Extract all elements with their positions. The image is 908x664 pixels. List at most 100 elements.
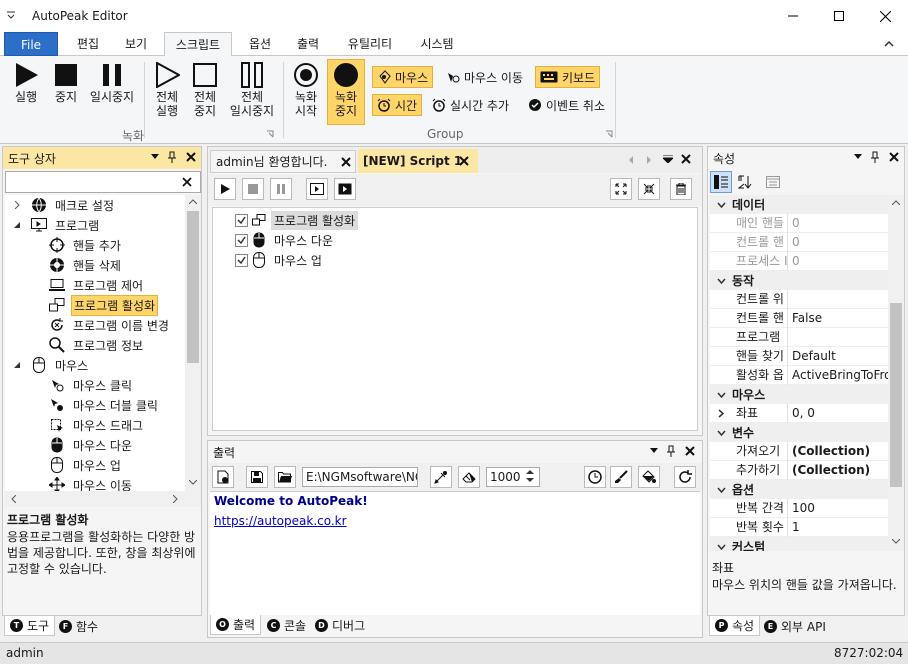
property-category[interactable]: 마우스 [710,385,888,404]
property-row[interactable]: 반복 횟수 1 [710,517,888,537]
scroll-down-icon[interactable] [892,539,900,544]
property-value[interactable]: 100 [788,501,888,515]
menu-view[interactable]: 보기 [114,32,158,56]
property-row[interactable]: 프로세스 I0 [710,251,888,271]
property-value[interactable]: 1 [788,520,888,534]
collapse-icon[interactable] [13,361,29,369]
property-category[interactable]: 데이터 [710,195,888,214]
tree-item[interactable]: 프로그램 활성화 [5,294,159,316]
tree-item[interactable]: 마우스 다운 [5,435,134,455]
property-value[interactable]: Default [788,349,888,363]
tab-functions[interactable]: F 함수 [54,616,103,636]
vertical-scrollbar[interactable] [185,195,201,491]
property-pages-icon[interactable] [762,171,784,193]
run-button[interactable]: 실행 [8,60,44,104]
property-value[interactable]: 0 [788,254,888,268]
collapse-icon[interactable] [710,544,732,550]
menu-options[interactable]: 옵션 [238,32,282,56]
property-category[interactable]: 옵션 [710,480,888,499]
property-category[interactable]: 변수 [710,423,888,442]
scrollbar-thumb[interactable] [890,303,902,487]
tab-scroll-right-icon[interactable] [647,156,652,164]
tree-item[interactable]: 매크로 설정 [5,195,116,215]
output-log[interactable]: Welcome to AutoPeak! https://autopeak.co… [210,491,700,615]
vertical-scrollbar[interactable] [888,195,904,551]
property-value[interactable]: (Collection) [788,463,888,477]
collapse-icon[interactable] [710,487,732,493]
menu-utility[interactable]: 유틸리티 [340,32,400,56]
open-folder-icon[interactable] [274,466,296,488]
mouse-record-toggle[interactable]: 마우스 [372,66,434,88]
property-value[interactable]: ActiveBringToFron [788,368,888,382]
new-log-icon[interactable] [212,466,234,488]
property-row[interactable]: 컨트롤 핸0 [710,232,888,252]
time-record-toggle[interactable]: 시간 [372,94,423,116]
sort-alphabetical-icon[interactable] [734,171,756,193]
dropdown-icon[interactable] [650,448,658,453]
collapse-icon[interactable] [710,392,732,398]
property-row[interactable]: 반복 간격 100 [710,498,888,518]
close-icon[interactable] [685,446,695,456]
refresh-icon[interactable] [674,466,696,488]
tab-scroll-left-icon[interactable] [628,156,633,164]
dialog-launcher-icon[interactable] [266,130,274,138]
script-line[interactable]: 마우스 업 [213,250,325,270]
dialog-launcher-icon[interactable] [605,130,613,138]
property-value[interactable]: False [788,311,888,325]
property-row[interactable]: 매인 핸들 0 [710,213,888,233]
stop-all-button[interactable]: 전체 중지 [186,60,224,118]
pause-all-button[interactable]: 전체 일시중지 [226,60,278,118]
tree-item[interactable]: 마우스 클릭 [5,375,134,395]
property-row[interactable]: 추가하기 (Collection) [710,460,888,480]
log-path-input[interactable]: E:\NGMsoftware\NG [302,467,418,487]
script-run-button[interactable] [214,178,236,200]
menu-file[interactable]: File [4,32,58,56]
pin-icon[interactable] [871,151,879,163]
script-line[interactable]: 프로그램 활성화 [213,210,359,230]
horizontal-scrollbar[interactable] [5,491,201,507]
property-value[interactable]: (Collection) [788,444,888,458]
tab-list-icon[interactable] [663,155,673,163]
expand-icon[interactable] [13,201,29,209]
fill-bucket-icon[interactable] [638,466,660,488]
property-value[interactable]: 0 [788,235,888,249]
pin-icon[interactable] [667,445,675,457]
tree-item[interactable]: 마우스 드래그 [5,415,145,435]
spin-up-icon[interactable] [526,469,534,474]
expand-icon[interactable] [718,409,724,418]
tab-properties[interactable]: P 속성 [709,616,761,636]
property-value[interactable]: 0, 0 [788,406,888,420]
tab-external-api[interactable]: E 외부 API [759,616,831,636]
tree-item[interactable]: 마우스 업 [5,455,123,475]
checkbox[interactable] [235,253,248,267]
collapse-icon[interactable] [710,430,732,436]
property-row[interactable]: 컨트롤 핸 False [710,308,888,328]
checkbox[interactable] [235,233,248,247]
dropdown-icon[interactable] [854,154,862,159]
record-start-button[interactable]: 녹화 시작 [288,60,324,118]
property-category[interactable]: 커스텀 [710,537,888,551]
tab-output[interactable]: O 출력 [210,615,262,635]
close-tab-icon[interactable] [341,157,351,167]
tab-welcome[interactable]: admin님 환영합니다. [210,150,356,173]
clock-icon[interactable] [584,466,606,488]
scroll-up-icon[interactable] [892,200,900,205]
minimize-button[interactable] [770,0,816,32]
tree-item[interactable]: 핸들 추가 [5,235,123,255]
scroll-up-icon[interactable] [189,199,197,204]
tree-item[interactable]: 프로그램 제어 [5,275,145,295]
collapse-all-icon[interactable] [638,178,660,200]
property-row[interactable]: 좌표 0, 0 [710,403,888,423]
tree-item[interactable]: 핸들 삭제 [5,255,123,275]
categorized-icon[interactable] [710,171,732,193]
expand-all-icon[interactable] [610,178,632,200]
event-cancel-button[interactable]: 이벤트 취소 [524,94,609,116]
record-stop-button[interactable]: 녹화 중지 [327,59,365,125]
collapse-icon[interactable] [710,278,732,284]
menu-system[interactable]: 시스템 [410,32,464,56]
menu-script[interactable]: 스크립트 [164,32,232,57]
checkbox[interactable] [235,213,248,227]
tab-debug[interactable]: D 디버그 [310,615,370,635]
run-selection-button[interactable] [334,178,356,200]
property-row[interactable]: 프로그램 [710,327,888,347]
